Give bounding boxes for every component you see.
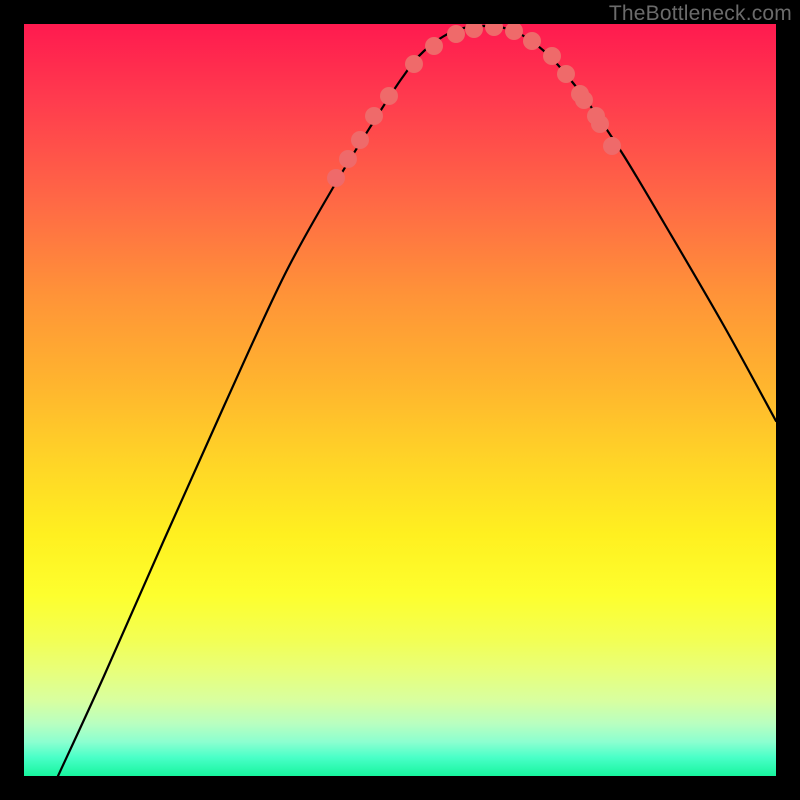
marker-dot xyxy=(425,37,443,55)
marker-dot xyxy=(447,25,465,43)
marker-dot xyxy=(339,150,357,168)
marker-dot xyxy=(543,47,561,65)
marker-dot xyxy=(505,24,523,40)
marker-dot xyxy=(591,115,609,133)
marker-dot xyxy=(405,55,423,73)
marker-dot xyxy=(485,24,503,36)
bottleneck-curve xyxy=(58,26,776,776)
marker-dot xyxy=(523,32,541,50)
watermark-text: TheBottleneck.com xyxy=(609,2,792,26)
marker-dot xyxy=(603,137,621,155)
marker-dot xyxy=(351,131,369,149)
marker-dot xyxy=(380,87,398,105)
marker-dot xyxy=(557,65,575,83)
marker-dot xyxy=(465,24,483,38)
marker-dot xyxy=(575,91,593,109)
chart-stage: TheBottleneck.com xyxy=(0,0,800,800)
marker-dots xyxy=(327,24,621,187)
plot-area xyxy=(24,24,776,776)
marker-dot xyxy=(365,107,383,125)
marker-dot xyxy=(327,169,345,187)
chart-svg xyxy=(24,24,776,776)
